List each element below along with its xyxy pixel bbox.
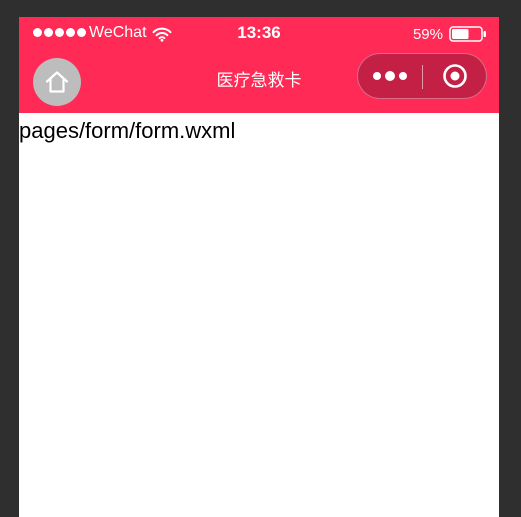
target-circle-icon [443, 64, 467, 88]
home-icon [45, 71, 69, 93]
signal-dot [55, 28, 64, 37]
page-path-text: pages/form/form.wxml [19, 118, 236, 143]
close-miniprogram-button[interactable] [423, 54, 487, 98]
status-time: 13:36 [237, 23, 281, 42]
battery-icon [449, 26, 486, 42]
page-content: pages/form/form.wxml [19, 113, 499, 517]
carrier-name: WeChat [89, 24, 147, 41]
wifi-icon [152, 27, 172, 42]
status-bar: WeChat 13:36 59% [19, 17, 499, 49]
more-dots-icon [373, 71, 407, 81]
battery-fill [452, 29, 469, 39]
signal-dot [77, 28, 86, 37]
signal-dot [44, 28, 53, 37]
menu-capsule [357, 53, 487, 99]
battery-percent: 59% [412, 26, 443, 43]
home-button[interactable] [33, 58, 81, 106]
page-title: 医疗急救卡 [216, 71, 302, 90]
more-button[interactable] [358, 54, 422, 98]
signal-dots-icon [33, 28, 86, 37]
signal-dot [66, 28, 75, 37]
phone-screen: WeChat 13:36 59% 医疗急救卡 pages/form/form.w… [19, 17, 499, 517]
signal-dot [33, 28, 42, 37]
navigation-bar: 医疗急救卡 [19, 49, 499, 113]
